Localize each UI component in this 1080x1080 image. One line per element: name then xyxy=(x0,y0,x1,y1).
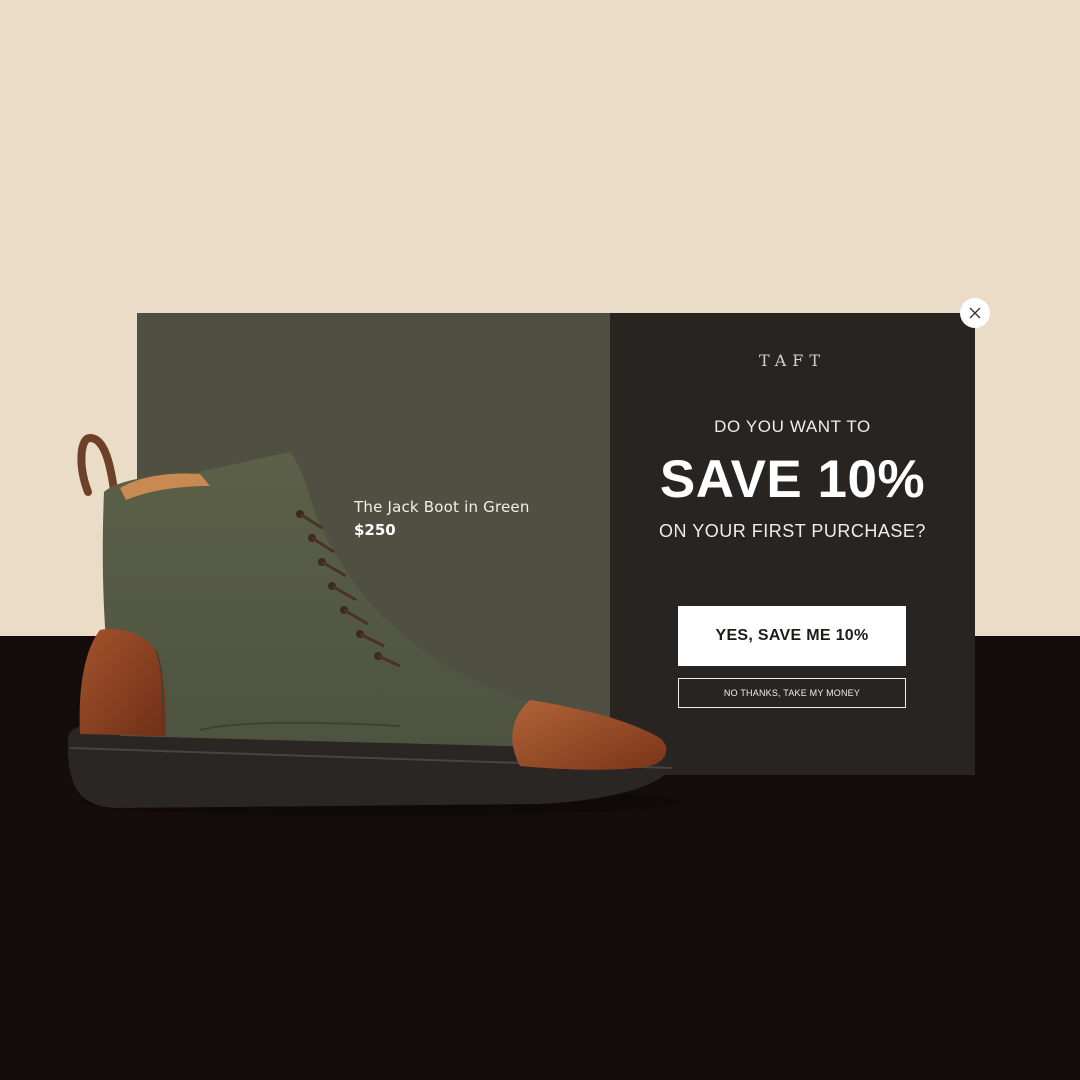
decline-discount-button[interactable]: NO THANKS, TAKE MY MONEY xyxy=(678,678,906,708)
brand-logo: TAFT xyxy=(758,351,827,370)
close-icon xyxy=(969,307,981,319)
green-boot-image xyxy=(67,433,680,816)
close-button[interactable] xyxy=(960,298,990,328)
accept-discount-button[interactable]: YES, SAVE ME 10% xyxy=(678,606,906,666)
